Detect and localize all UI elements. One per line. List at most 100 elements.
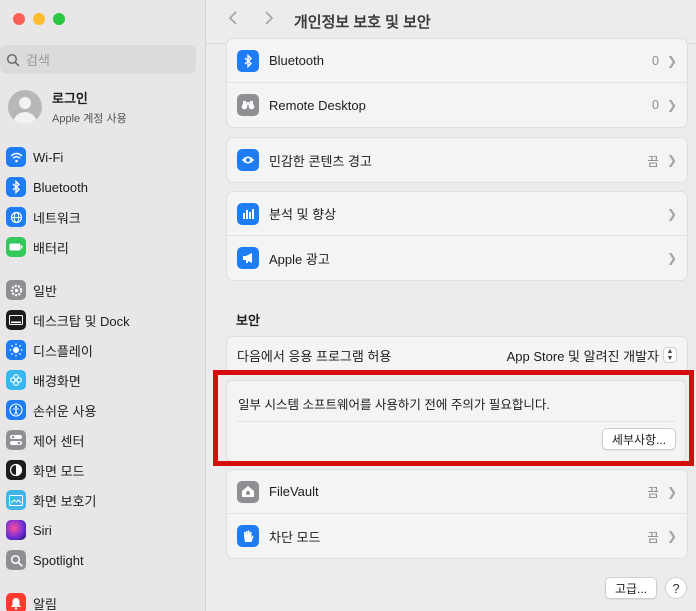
sidebar-group-notifications: 알림 (0, 588, 206, 611)
allow-apps-popup[interactable]: App Store 및 알려진 개발자 (507, 346, 659, 365)
sidebar-item-general[interactable]: 일반 (0, 275, 206, 305)
search-placeholder: 검색 (26, 53, 50, 68)
sidebar-item-label: 배경화면 (33, 373, 81, 389)
bluetooth-icon (237, 49, 259, 72)
sidebar-group-network: Wi-Fi Bluetooth 네트워크 배터리 (0, 142, 206, 262)
help-button[interactable]: ? (665, 577, 687, 599)
account-row[interactable]: 로그인 Apple 계정 사용 (8, 88, 127, 126)
sidebar-item-label: 일반 (33, 283, 57, 299)
privacy-group-1: Bluetooth 0 ❯ Remote Desktop 0 ❯ (226, 38, 688, 128)
accessibility-icon (6, 400, 26, 420)
row-label: 분석 및 향상 (269, 207, 337, 222)
chevron-right-icon (265, 11, 274, 25)
gear-icon (6, 280, 26, 300)
sidebar-item-label: 화면 보호기 (33, 493, 97, 509)
sidebar-item-label: Wi-Fi (33, 149, 64, 165)
highlight-annotation (213, 370, 694, 466)
sidebar-item-spotlight[interactable]: Spotlight (0, 545, 206, 575)
forward-button[interactable] (264, 10, 274, 31)
row-label: Remote Desktop (269, 97, 366, 113)
sidebar-item-bluetooth[interactable]: Bluetooth (0, 172, 206, 202)
sidebar-item-network[interactable]: 네트워크 (0, 202, 206, 232)
bluetooth-icon (6, 177, 26, 197)
row-sensitive-content-warning[interactable]: 민감한 콘텐츠 경고 끔 ❯ (227, 138, 687, 182)
eye-icon (237, 149, 259, 171)
siri-icon (6, 520, 26, 540)
sidebar-item-label: 배터리 (33, 240, 69, 256)
privacy-group-2: 민감한 콘텐츠 경고 끔 ❯ (226, 137, 688, 183)
sidebar-item-label: 제어 센터 (33, 433, 85, 449)
sidebar: 검색 로그인 Apple 계정 사용 Wi-Fi Bluetooth 네트워크 (0, 0, 206, 611)
chevron-right-icon: ❯ (666, 153, 677, 167)
sidebar-item-control-center[interactable]: 제어 센터 (0, 425, 206, 455)
search-field[interactable]: 검색 (0, 45, 196, 74)
row-value: 끔 (647, 486, 659, 500)
sidebar-item-accessibility[interactable]: 손쉬운 사용 (0, 395, 206, 425)
sidebar-item-battery[interactable]: 배터리 (0, 232, 206, 262)
chevron-right-icon: ❯ (666, 484, 677, 499)
row-value: 끔 (647, 154, 659, 169)
back-button[interactable] (228, 10, 238, 31)
row-label: Apple 광고 (269, 251, 330, 267)
chevron-right-icon: ❯ (666, 529, 677, 543)
row-analytics[interactable]: 분석 및 향상 ❯ (227, 192, 687, 236)
row-filevault[interactable]: FileVault 끔 ❯ (227, 470, 687, 514)
megaphone-icon (237, 247, 259, 269)
row-bluetooth[interactable]: Bluetooth 0 ❯ (227, 39, 687, 83)
row-apple-advertising[interactable]: Apple 광고 ❯ (227, 236, 687, 280)
sidebar-item-wifi[interactable]: Wi-Fi (0, 142, 206, 172)
row-remote-desktop[interactable]: Remote Desktop 0 ❯ (227, 83, 687, 127)
sidebar-item-wallpaper[interactable]: 배경화면 (0, 365, 206, 395)
wifi-icon (6, 147, 26, 167)
chevron-right-icon: ❯ (666, 251, 677, 265)
sidebar-item-desktop-dock[interactable]: 데스크탑 및 Dock (0, 305, 206, 335)
flower-icon (6, 370, 26, 390)
sidebar-item-notifications[interactable]: 알림 (0, 588, 206, 611)
sidebar-item-displays[interactable]: 디스플레이 (0, 335, 206, 365)
sidebar-item-label: Siri (33, 522, 52, 538)
sidebar-item-label: 손쉬운 사용 (33, 403, 97, 419)
sidebar-item-label: Spotlight (33, 552, 84, 568)
minimize-button[interactable] (33, 13, 45, 25)
maximize-button[interactable] (53, 13, 65, 25)
sidebar-item-screensaver[interactable]: 화면 보호기 (0, 485, 206, 515)
row-lockdown-mode[interactable]: 차단 모드 끔 ❯ (227, 514, 687, 558)
row-allow-apps: 다음에서 응용 프로그램 허용 App Store 및 알려진 개발자 ▲ ▼ (227, 337, 687, 373)
window-controls (13, 13, 65, 25)
row-value: 끔 (647, 530, 659, 545)
row-value: 0 (651, 53, 659, 68)
chart-icon (237, 202, 259, 225)
row-label: FileVault (269, 484, 319, 499)
dock-icon (6, 310, 26, 330)
control-center-icon (6, 430, 26, 450)
sidebar-item-label: 데스크탑 및 Dock (33, 313, 130, 329)
chevron-updown-icon[interactable]: ▲ ▼ (663, 347, 677, 363)
sidebar-item-label: 화면 모드 (33, 463, 85, 479)
advanced-button[interactable]: 고급... (605, 577, 657, 599)
sidebar-item-appearance[interactable]: 화면 모드 (0, 455, 206, 485)
sidebar-group-system: 일반 데스크탑 및 Dock 디스플레이 배경화면 손쉬운 사용 제어 센터 화… (0, 275, 206, 575)
privacy-group-3: 분석 및 향상 ❯ Apple 광고 ❯ (226, 191, 688, 281)
appearance-icon (6, 460, 26, 480)
close-button[interactable] (13, 13, 25, 25)
chevron-left-icon (228, 11, 237, 25)
row-label: 민감한 콘텐츠 경고 (269, 153, 372, 169)
sidebar-item-siri[interactable]: Siri (0, 515, 206, 545)
security-group: FileVault 끔 ❯ 차단 모드 끔 ❯ (226, 469, 688, 559)
magnifier-icon (6, 550, 26, 570)
chevron-right-icon: ❯ (666, 53, 677, 68)
screensaver-icon (6, 490, 26, 510)
account-name: 로그인 (52, 91, 88, 106)
chevron-right-icon: ❯ (666, 98, 677, 112)
sidebar-item-label: 알림 (33, 596, 57, 611)
globe-icon (6, 207, 26, 227)
row-label: Bluetooth (269, 53, 324, 68)
security-allow-apps-row: 다음에서 응용 프로그램 허용 App Store 및 알려진 개발자 ▲ ▼ (226, 336, 688, 374)
sidebar-item-label: 네트워크 (33, 210, 81, 226)
binoculars-icon (237, 94, 259, 116)
section-title-security: 보안 (236, 313, 260, 328)
chevron-right-icon: ❯ (666, 206, 677, 221)
sidebar-item-label: Bluetooth (33, 179, 88, 195)
main-pane: 개인정보 보호 및 보안 Bluetooth 0 ❯ Remote Deskto… (206, 0, 696, 611)
row-value: 0 (651, 98, 659, 112)
